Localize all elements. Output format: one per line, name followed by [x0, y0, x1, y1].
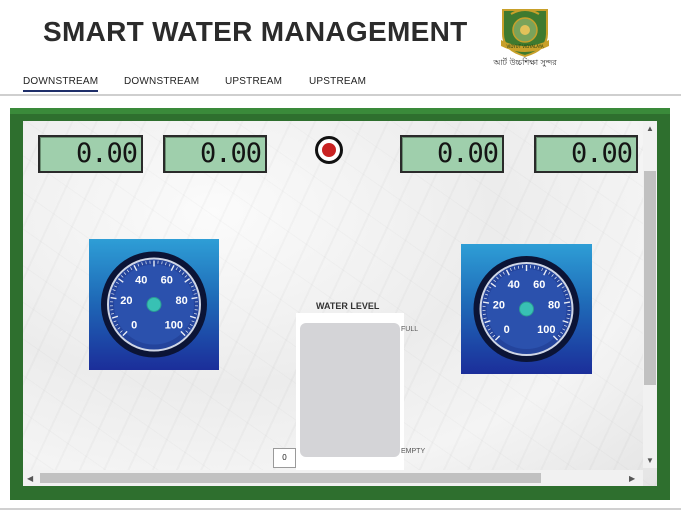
lcd-display-1: 0.00 [38, 135, 143, 173]
bottom-divider [0, 508, 681, 510]
gauge-right: 0 20 40 60 80 100 [461, 244, 592, 374]
page-title: SMART WATER MANAGEMENT [43, 16, 468, 47]
gauge-left: 0 20 40 60 80 100 [89, 239, 219, 370]
water-level-value: 0 [273, 448, 296, 468]
tab-bar: DOWNSTREAM DOWNSTREAM UPSTREAM UPSTREAM [0, 70, 681, 96]
gauge-tick-label: 80 [548, 300, 560, 312]
lcd-display-3: 0.00 [400, 135, 504, 173]
water-tank [300, 323, 400, 457]
gauge-tick-label: 40 [508, 279, 520, 291]
emblem-banner: VIDYUT VIDYALAYA [506, 44, 543, 49]
gauge-tick-label: 60 [161, 275, 173, 287]
gauge-tick-label: 0 [504, 324, 510, 336]
gauge-tick-label: 80 [176, 295, 188, 307]
app-window: SMART WATER MANAGEMENT VIDYUT VIDYALAYA … [0, 0, 681, 513]
emblem-motto: আর্ট উচ্চশিক্ষা সুন্দর [492, 57, 557, 67]
water-level-label: WATER LEVEL [316, 301, 380, 311]
water-level-empty-label: EMPTY [401, 448, 426, 455]
tab-upstream-2[interactable]: UPSTREAM [309, 76, 366, 90]
lcd-display-4: 0.00 [534, 135, 638, 173]
vertical-scrollbar-thumb[interactable] [644, 171, 656, 385]
tab-upstream-1[interactable]: UPSTREAM [225, 76, 282, 90]
gauge-tick-label: 100 [537, 324, 555, 336]
gauge-tick-label: 60 [533, 279, 545, 291]
gauge-hub [146, 297, 162, 312]
tab-downstream-1[interactable]: DOWNSTREAM [23, 76, 99, 92]
horizontal-scrollbar-thumb[interactable] [40, 473, 541, 483]
gauge-tick-label: 40 [135, 275, 147, 287]
scroll-up-arrow-icon[interactable]: ▲ [646, 124, 654, 134]
gauge-tick-label: 20 [120, 295, 132, 307]
tab-downstream-2[interactable]: DOWNSTREAM [124, 76, 199, 90]
alarm-indicator-icon[interactable] [315, 136, 343, 164]
scroll-left-arrow-icon[interactable]: ◀ [27, 474, 33, 484]
gauge-hub [519, 301, 534, 317]
scroll-down-arrow-icon[interactable]: ▼ [646, 456, 654, 466]
lcd-display-2: 0.00 [163, 135, 267, 173]
institution-emblem-icon: VIDYUT VIDYALAYA আর্ট উচ্চশিক্ষা সুন্দর [489, 4, 561, 70]
gauge-tick-label: 0 [131, 319, 137, 331]
scroll-right-arrow-icon[interactable]: ▶ [629, 474, 635, 484]
water-level-full-label: FULL [401, 326, 419, 333]
gauge-tick-label: 100 [165, 319, 183, 331]
gauge-tick-label: 20 [493, 300, 505, 312]
